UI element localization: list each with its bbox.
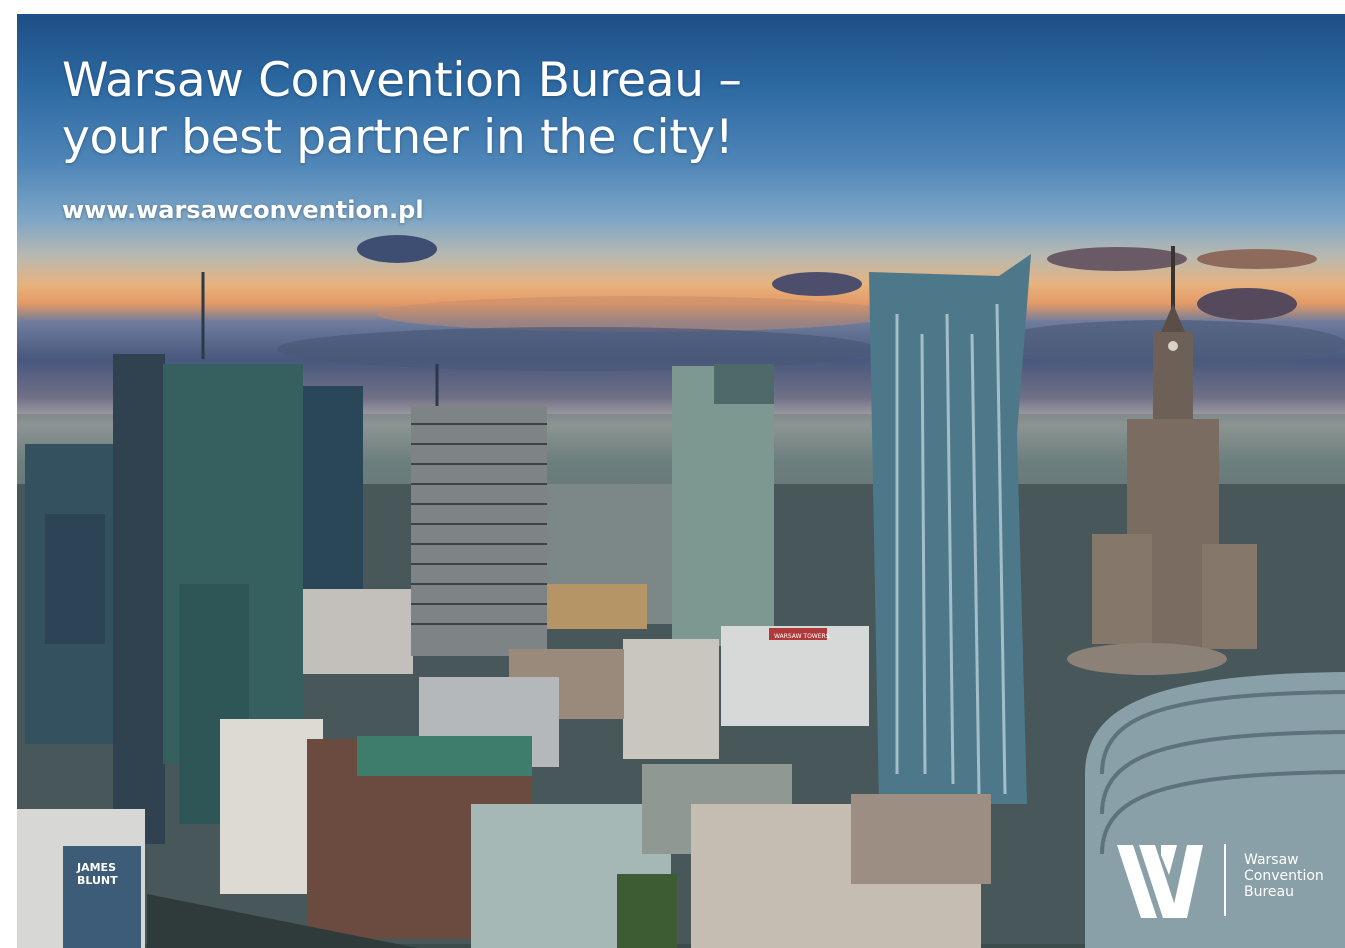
warsaw-towers-building <box>721 626 869 726</box>
wcb-logo: Warsaw Convention Bureau <box>1117 844 1327 920</box>
logo-line-2: Convention <box>1244 868 1324 884</box>
website-url[interactable]: www.warsawconvention.pl <box>62 196 424 224</box>
ey-tower <box>113 354 165 844</box>
svg-text:BLUNT: BLUNT <box>77 874 118 887</box>
logo-divider <box>1224 844 1226 916</box>
logo-line-1: Warsaw <box>1244 852 1299 868</box>
headline-line-1: Warsaw Convention Bureau – <box>62 53 742 108</box>
wcb-logo-mark-icon <box>1117 845 1203 918</box>
marriott-tower <box>672 366 774 646</box>
logo-line-3: Bureau <box>1244 884 1294 900</box>
svg-text:WARSAW TOWERS: WARSAW TOWERS <box>774 633 830 640</box>
svg-text:JAMES: JAMES <box>76 861 116 874</box>
headline-line-2: your best partner in the city! <box>62 110 734 165</box>
logo-wordmark: Warsaw Convention Bureau <box>1244 852 1324 900</box>
poster: WARSAW TOWERS JAMES BLUNT Warsaw Convent… <box>17 14 1345 948</box>
headline: Warsaw Convention Bureau – your best par… <box>62 52 742 166</box>
